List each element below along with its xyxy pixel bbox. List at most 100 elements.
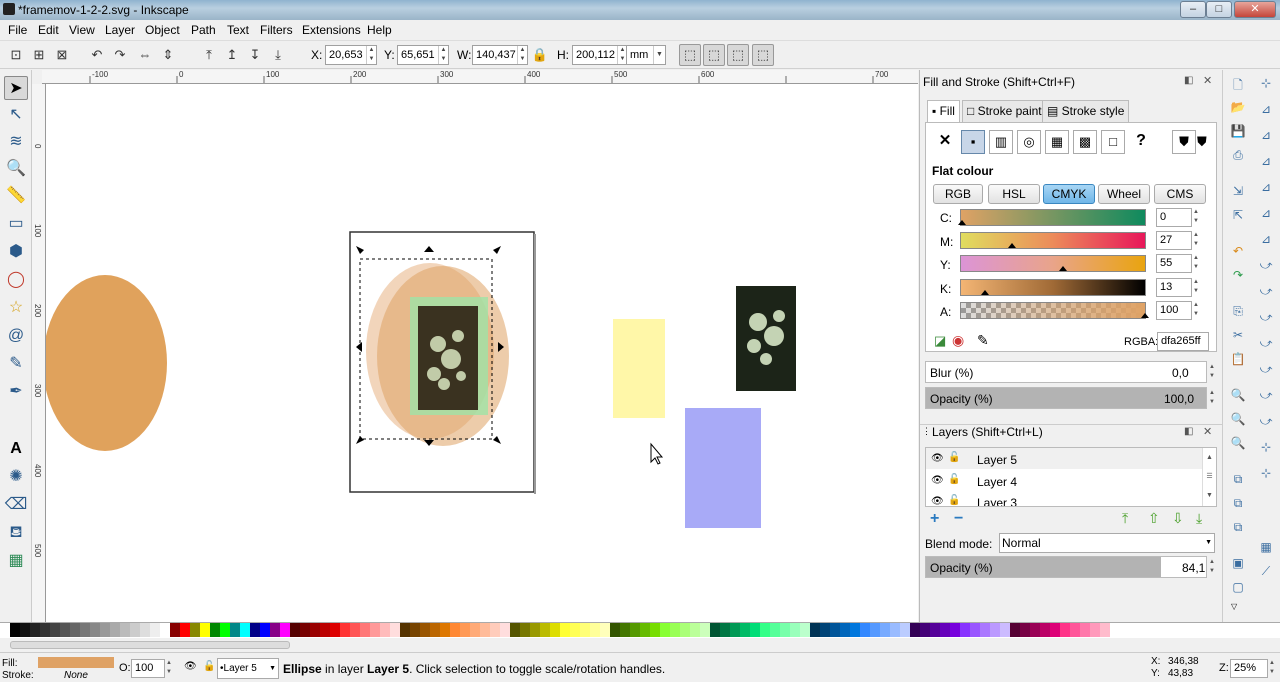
- spin-arrows-icon[interactable]: ▲ ▼: [1208, 389, 1216, 408]
- palette-swatch[interactable]: [320, 623, 330, 637]
- lock-icon[interactable]: 🔓: [948, 474, 960, 485]
- palette-scrollbar[interactable]: [0, 638, 1280, 652]
- palette-swatch[interactable]: [1080, 623, 1090, 637]
- channel-k-slider[interactable]: [960, 279, 1146, 296]
- channel-m-input[interactable]: 27: [1156, 231, 1192, 250]
- palette-swatch[interactable]: [540, 623, 550, 637]
- yellow-rectangle[interactable]: [613, 319, 665, 418]
- channel-c-slider[interactable]: [958, 209, 1146, 226]
- palette-swatch[interactable]: [910, 623, 920, 637]
- menu-path[interactable]: Path: [191, 23, 216, 37]
- color-picker-icon[interactable]: ✎: [977, 332, 989, 349]
- palette-swatch[interactable]: [550, 623, 560, 637]
- deselect-icon[interactable]: ⊠: [51, 44, 73, 66]
- palette-swatch[interactable]: [830, 623, 840, 637]
- spiral-tool-icon[interactable]: @: [4, 324, 28, 348]
- layer-up-icon[interactable]: ⇧: [1148, 510, 1160, 527]
- snap-corner-icon[interactable]: ⊿: [1257, 154, 1275, 172]
- rotate-ccw-icon[interactable]: ↶: [86, 44, 108, 66]
- text-tool-icon[interactable]: A: [4, 437, 28, 461]
- palette-swatch[interactable]: [770, 623, 780, 637]
- snap-cusp-icon[interactable]: ⤻: [1257, 310, 1275, 328]
- duplicate-icon[interactable]: ⧉: [1229, 472, 1247, 490]
- palette-swatch[interactable]: [990, 623, 1000, 637]
- close-window-button[interactable]: ✕: [1234, 1, 1276, 18]
- palette-swatch[interactable]: [160, 623, 170, 637]
- export-icon[interactable]: ⇱: [1229, 208, 1247, 226]
- palette-swatch[interactable]: [190, 623, 200, 637]
- vertical-ruler[interactable]: 0 100 200 300 400 500: [32, 84, 46, 622]
- scale-stroke-icon[interactable]: ⬚: [679, 44, 701, 66]
- palette-swatch[interactable]: [880, 623, 890, 637]
- palette-swatch[interactable]: [980, 623, 990, 637]
- palette-swatch[interactable]: [640, 623, 650, 637]
- palette-swatch[interactable]: [170, 623, 180, 637]
- status-opacity-input[interactable]: 100: [131, 659, 165, 678]
- panel-close-icon[interactable]: ✕: [1203, 74, 1212, 87]
- transform-gradient-icon[interactable]: ⬚: [727, 44, 749, 66]
- rotate-cw-icon[interactable]: ↷: [109, 44, 131, 66]
- palette-swatch[interactable]: [350, 623, 360, 637]
- selector-tool-icon[interactable]: ➤: [4, 76, 28, 100]
- x-input[interactable]: 20,653 ▲ ▼: [325, 45, 377, 65]
- palette-swatch[interactable]: [1030, 623, 1040, 637]
- menu-view[interactable]: View: [69, 23, 95, 37]
- palette-swatch[interactable]: [870, 623, 880, 637]
- menu-extensions[interactable]: Extensions: [302, 23, 361, 37]
- cut-icon[interactable]: ✂: [1229, 328, 1247, 346]
- palette-swatch[interactable]: [400, 623, 410, 637]
- menu-text[interactable]: Text: [227, 23, 249, 37]
- menu-help[interactable]: Help: [367, 23, 392, 37]
- palette-swatch[interactable]: [180, 623, 190, 637]
- paste-icon[interactable]: 📋: [1229, 352, 1247, 370]
- palette-swatch[interactable]: [630, 623, 640, 637]
- palette-swatch[interactable]: [650, 623, 660, 637]
- pencil-tool-icon[interactable]: ✎: [4, 352, 28, 376]
- lock-icon[interactable]: 🔓: [948, 495, 960, 506]
- palette-swatch[interactable]: [690, 623, 700, 637]
- palette-swatch[interactable]: [840, 623, 850, 637]
- palette-swatch[interactable]: [1040, 623, 1050, 637]
- palette-swatch[interactable]: [20, 623, 30, 637]
- palette-swatch[interactable]: [340, 623, 350, 637]
- layer-visibility-icon[interactable]: 👁: [184, 661, 197, 672]
- mode-wheel[interactable]: Wheel: [1098, 184, 1150, 204]
- palette-swatch[interactable]: [1090, 623, 1100, 637]
- palette-swatch[interactable]: [660, 623, 670, 637]
- palette-swatch[interactable]: [960, 623, 970, 637]
- unit-select[interactable]: mm ▼: [626, 45, 666, 65]
- spin-arrows-icon[interactable]: ▲ ▼: [1208, 363, 1216, 382]
- spin-arrows-icon[interactable]: ▲ ▼: [1192, 301, 1200, 320]
- h-input[interactable]: 200,112 ▲ ▼: [572, 45, 628, 65]
- palette-swatch[interactable]: [370, 623, 380, 637]
- snap-edge-icon[interactable]: ⊿: [1257, 128, 1275, 146]
- channel-m-slider[interactable]: [960, 232, 1146, 249]
- clone-icon[interactable]: ⧉: [1229, 496, 1247, 514]
- palette-swatch[interactable]: [110, 623, 120, 637]
- spin-arrows-icon[interactable]: ▲ ▼: [1192, 254, 1200, 273]
- palette-swatch[interactable]: [90, 623, 100, 637]
- palette-swatch[interactable]: [1000, 623, 1010, 637]
- palette-swatch[interactable]: [1070, 623, 1080, 637]
- layer-lock-icon[interactable]: 🔓: [203, 661, 215, 672]
- palette-swatch[interactable]: [850, 623, 860, 637]
- rectangle-tool-icon[interactable]: ▭: [4, 212, 28, 236]
- node-tool-icon[interactable]: ↖: [4, 103, 28, 127]
- palette-swatch[interactable]: [210, 623, 220, 637]
- blue-rectangle[interactable]: [685, 408, 761, 528]
- snap-grid-icon[interactable]: ▦: [1257, 540, 1275, 558]
- zoom-page-icon[interactable]: 🔍: [1229, 436, 1247, 454]
- palette-swatch[interactable]: [270, 623, 280, 637]
- palette-swatch[interactable]: [230, 623, 240, 637]
- palette-swatch[interactable]: [940, 623, 950, 637]
- orange-ellipse[interactable]: [46, 275, 167, 451]
- measure-tool-icon[interactable]: 📏: [4, 184, 28, 208]
- zoom-selection-icon[interactable]: 🔍: [1229, 388, 1247, 406]
- palette-swatch[interactable]: [250, 623, 260, 637]
- palette-swatch[interactable]: [570, 623, 580, 637]
- menu-edit[interactable]: Edit: [38, 23, 59, 37]
- palette-swatch[interactable]: [70, 623, 80, 637]
- stroke-value[interactable]: None: [64, 670, 88, 681]
- palette-swatch[interactable]: [600, 623, 610, 637]
- palette-swatch[interactable]: [920, 623, 930, 637]
